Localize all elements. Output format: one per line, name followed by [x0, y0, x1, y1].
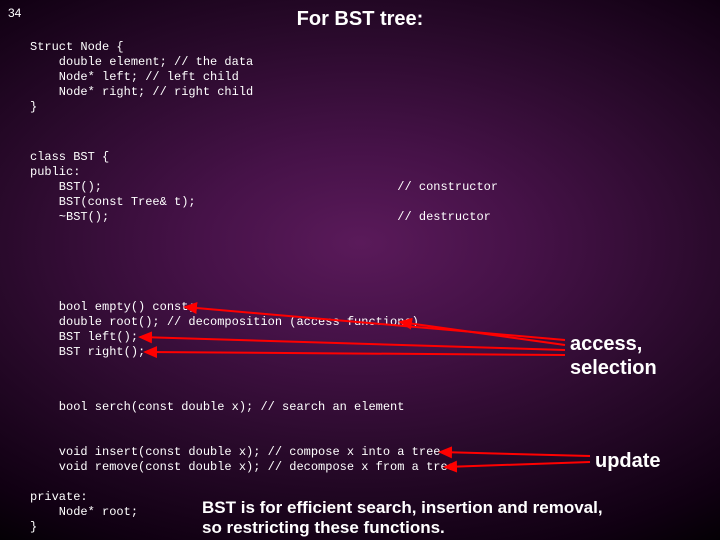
slide: 34 For BST tree: Struct Node { double el… — [0, 0, 720, 540]
search-line: bool serch(const double x); // search an… — [30, 400, 404, 415]
arrow-access-2 — [400, 322, 565, 345]
summary-text: BST is for efficient search, insertion a… — [202, 498, 603, 538]
access-code-block: bool empty() const; double root(); // de… — [30, 300, 419, 360]
class-head-code: class BST { public: BST(); // constructo… — [30, 150, 498, 225]
update-annotation: update — [595, 450, 661, 473]
arrow-update-1 — [440, 452, 590, 456]
struct-code: Struct Node { double element; // the dat… — [30, 40, 253, 115]
update-code-block: void insert(const double x); // compose … — [30, 445, 455, 475]
slide-title: For BST tree: — [0, 8, 720, 31]
private-code-block: private: Node* root; } — [30, 490, 138, 535]
access-annotation: access, selection — [570, 332, 657, 380]
arrow-update-2 — [445, 462, 590, 467]
